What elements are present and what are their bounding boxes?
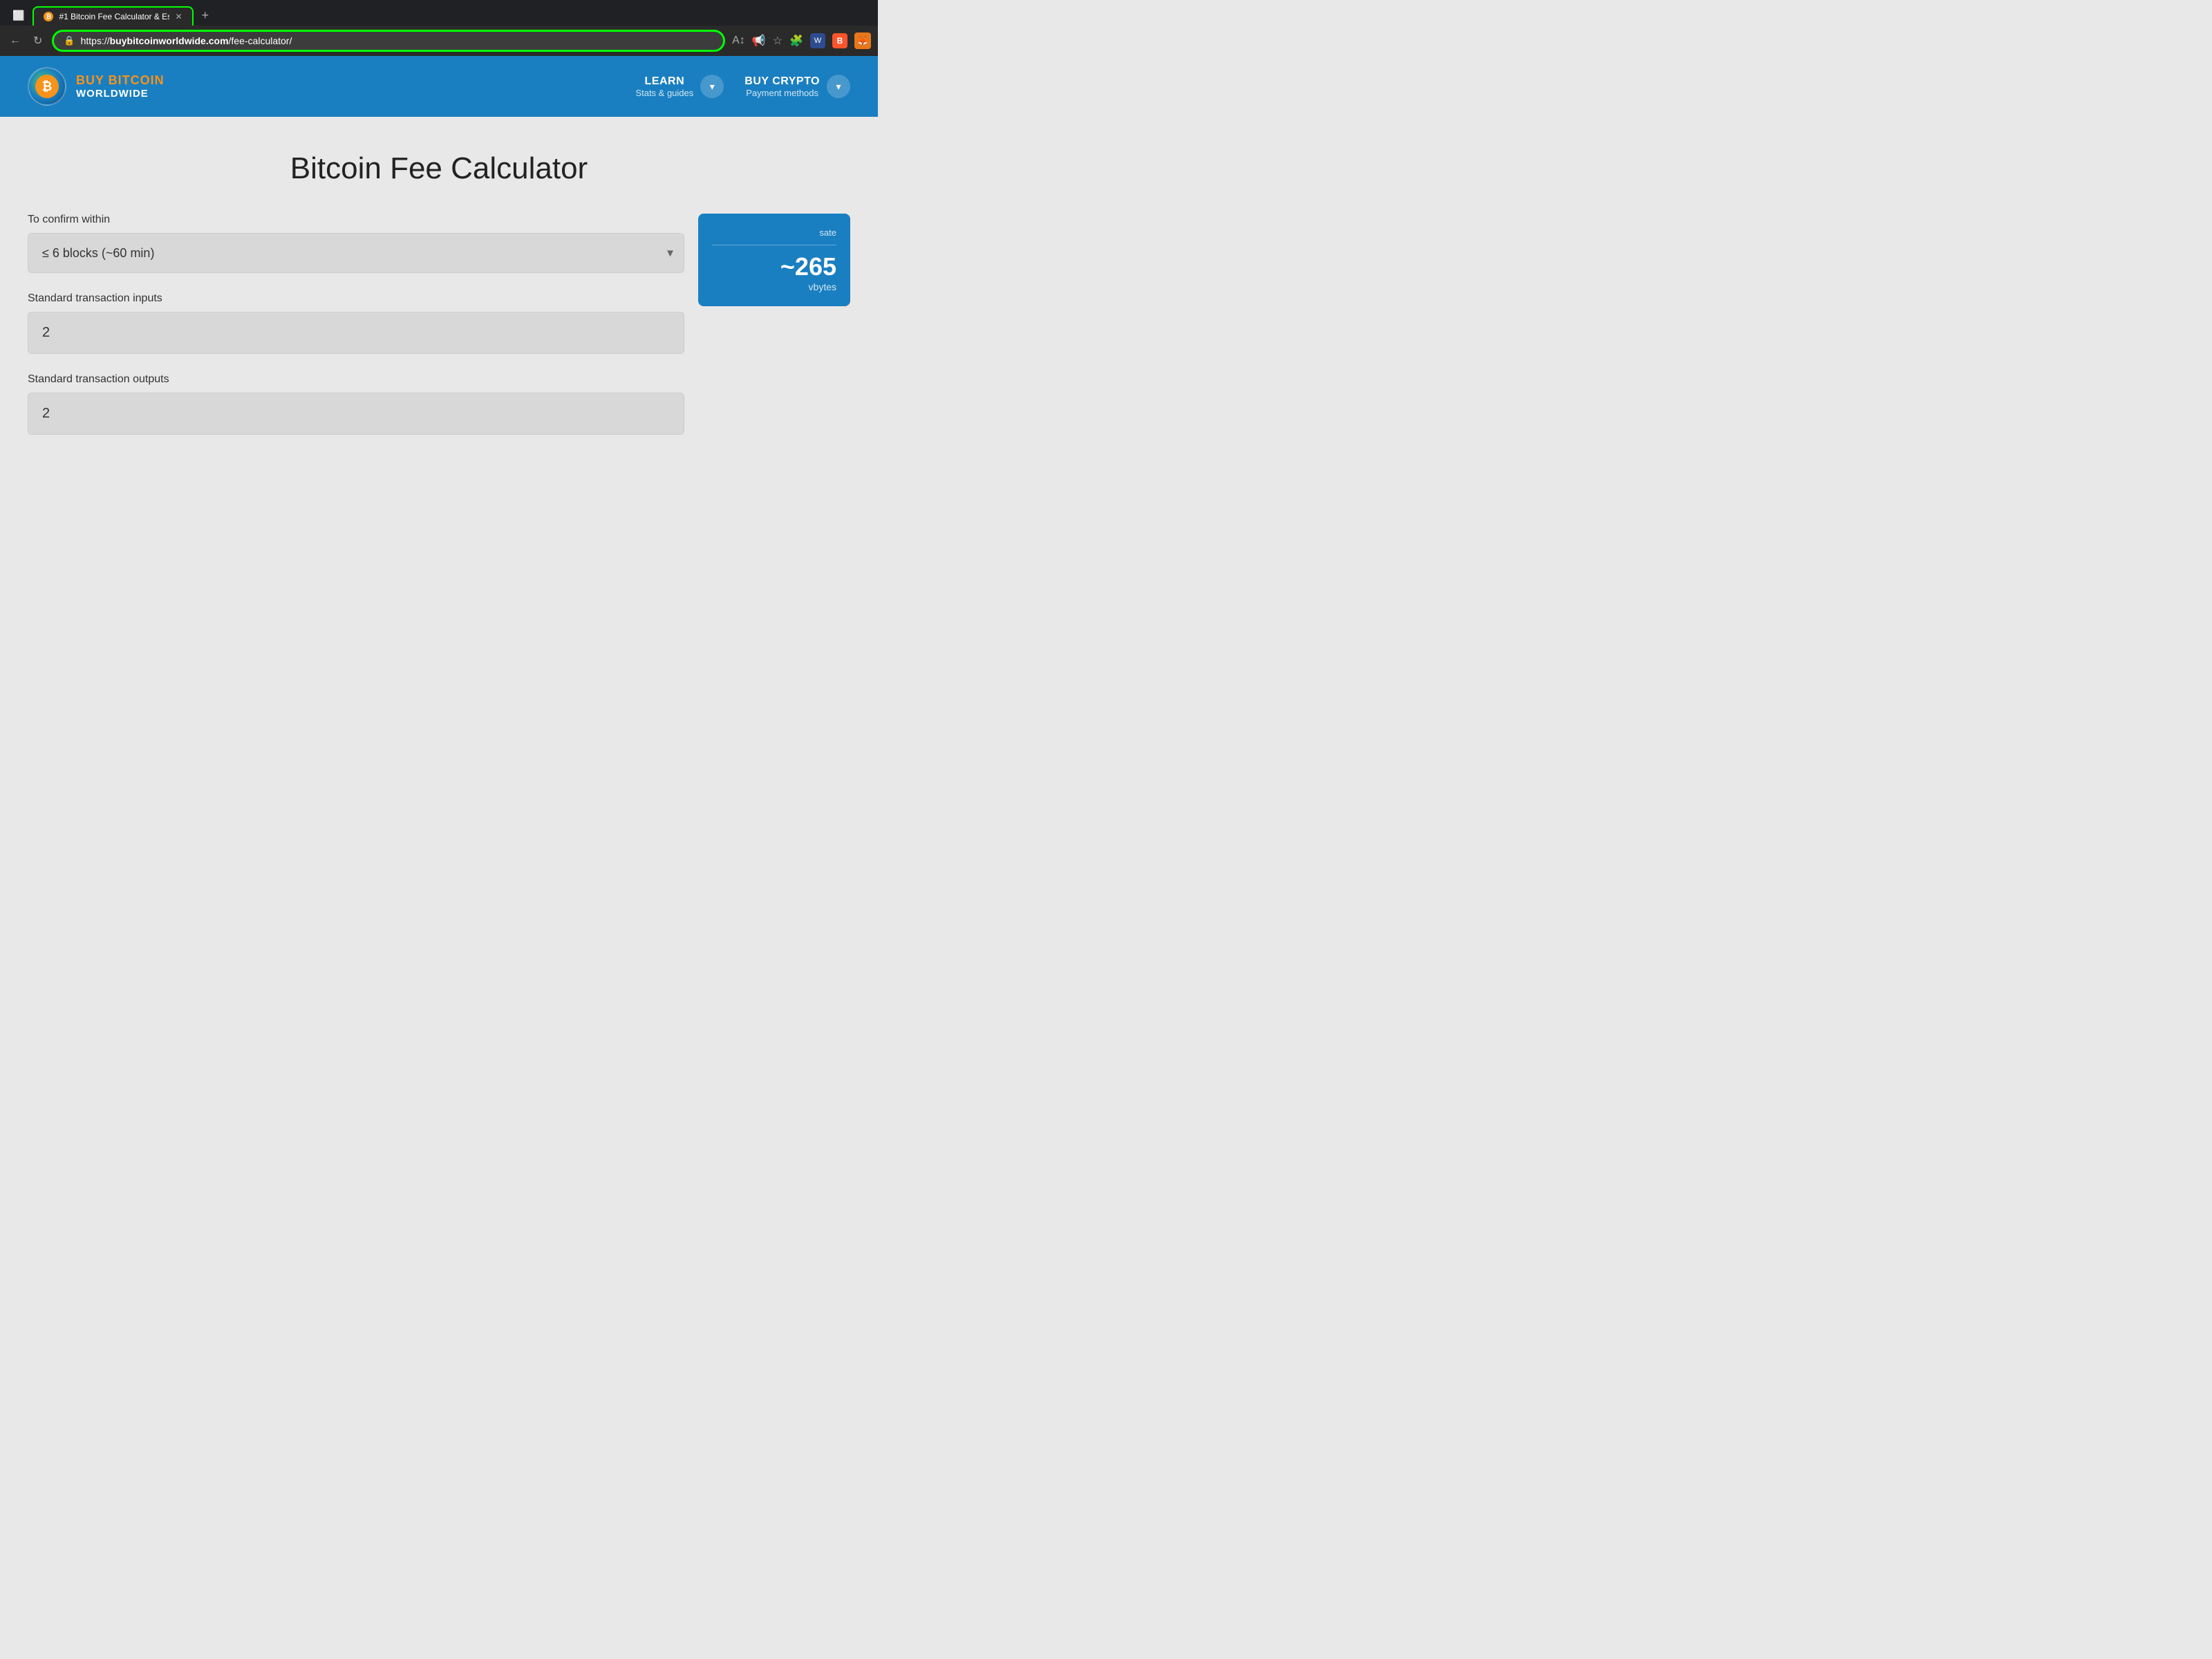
metamask-icon[interactable]: 🦊 — [854, 32, 871, 49]
page-title: Bitcoin Fee Calculator — [28, 151, 850, 186]
address-bar[interactable]: 🔒 https://buybitcoinworldwide.com/fee-ca… — [52, 30, 725, 52]
site-header: ₿ BUY BITCOIN WORLDWIDE LEARN Stats & gu… — [0, 56, 878, 117]
result-unit: vbytes — [712, 281, 836, 292]
tab-favicon: ₿ — [44, 12, 53, 21]
nav-buy-crypto[interactable]: BUY CRYPTO Payment methods ▾ — [744, 75, 850, 98]
logo-btc-icon: ₿ — [35, 75, 59, 98]
brave-icon[interactable]: B — [832, 33, 847, 48]
buy-crypto-chevron-icon[interactable]: ▾ — [827, 75, 850, 98]
read-aloud-icon[interactable]: 📢 — [752, 34, 766, 48]
outputs-field[interactable] — [28, 393, 684, 435]
browser-actions: A↕ 📢 ☆ 🧩 W B 🦊 — [732, 32, 871, 49]
inputs-label: Standard transaction inputs — [28, 292, 684, 305]
window-controls: ⬜ — [7, 7, 30, 24]
new-tab-button[interactable]: + — [196, 6, 215, 26]
nav-learn-label: LEARN Stats & guides — [635, 75, 693, 98]
url-base: buybitcoinworldwide.com — [110, 35, 229, 46]
result-sate-label: sate — [712, 227, 836, 238]
calculator-form: To confirm within ≤ 6 blocks (~60 min) ▾… — [28, 214, 684, 454]
back-button[interactable]: ← — [7, 32, 24, 50]
address-bar-row: ← ↻ 🔒 https://buybitcoinworldwide.com/fe… — [0, 26, 878, 56]
confirm-select[interactable]: ≤ 6 blocks (~60 min) — [28, 233, 684, 273]
learn-chevron-icon[interactable]: ▾ — [700, 75, 724, 98]
lock-icon: 🔒 — [64, 35, 75, 46]
main-content: Bitcoin Fee Calculator To confirm within… — [0, 117, 878, 482]
extensions-icon[interactable]: 🧩 — [789, 34, 803, 48]
confirm-select-wrapper: ≤ 6 blocks (~60 min) ▾ — [28, 233, 684, 273]
confirm-label: To confirm within — [28, 214, 684, 226]
inputs-field[interactable] — [28, 312, 684, 354]
outputs-label: Standard transaction outputs — [28, 373, 684, 386]
wallet-icon[interactable]: W — [810, 33, 825, 48]
url-display[interactable]: https://buybitcoinworldwide.com/fee-calc… — [81, 35, 714, 46]
result-panel: sate ~265 vbytes — [698, 214, 850, 306]
logo-globe: ₿ — [28, 67, 66, 106]
logo-text: BUY BITCOIN WORLDWIDE — [76, 73, 165, 100]
tab-close-button[interactable]: ✕ — [175, 12, 182, 21]
favorites-icon[interactable]: ☆ — [773, 34, 782, 48]
nav-area: LEARN Stats & guides ▾ BUY CRYPTO Paymen… — [635, 75, 850, 98]
calculator-layout: To confirm within ≤ 6 blocks (~60 min) ▾… — [28, 214, 850, 454]
active-tab[interactable]: ₿ #1 Bitcoin Fee Calculator & Estin ✕ — [32, 6, 193, 26]
window-icon: ⬜ — [12, 10, 24, 21]
result-value: ~265 — [712, 252, 836, 281]
nav-learn[interactable]: LEARN Stats & guides ▾ — [635, 75, 724, 98]
tab-title: #1 Bitcoin Fee Calculator & Estin — [59, 12, 169, 21]
reader-mode-icon[interactable]: A↕ — [732, 35, 745, 47]
tab-bar: ⬜ ₿ #1 Bitcoin Fee Calculator & Estin ✕ … — [0, 6, 878, 26]
reload-button[interactable]: ↻ — [30, 31, 45, 50]
logo-top-text: BUY BITCOIN — [76, 73, 165, 88]
logo-area[interactable]: ₿ BUY BITCOIN WORLDWIDE — [28, 67, 165, 106]
browser-chrome: ⬜ ₿ #1 Bitcoin Fee Calculator & Estin ✕ … — [0, 0, 878, 56]
nav-buy-label: BUY CRYPTO Payment methods — [744, 75, 820, 98]
logo-bottom-text: WORLDWIDE — [76, 88, 165, 100]
